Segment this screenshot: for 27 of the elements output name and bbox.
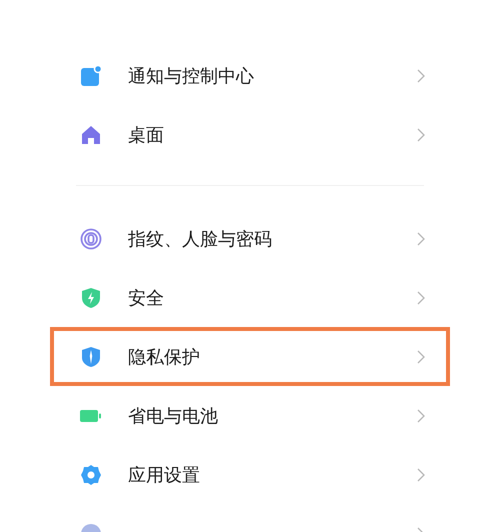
notification-icon xyxy=(80,64,102,86)
item-label: 隐私保护 xyxy=(128,346,201,368)
settings-item[interactable]: 指纹、人脸与密码 xyxy=(50,209,450,268)
chevron-icon xyxy=(416,230,426,246)
settings-item[interactable]: 隐私保护 xyxy=(50,327,450,386)
settings-item[interactable]: 应用设置 xyxy=(50,445,450,504)
fingerprint-icon xyxy=(80,228,102,250)
settings-item[interactable]: 省电与电池 xyxy=(50,386,450,445)
gear-icon xyxy=(80,464,102,486)
item-label: 桌面 xyxy=(128,124,165,146)
chevron-icon xyxy=(416,68,426,84)
settings-item[interactable]: 通知与控制中心 xyxy=(50,46,450,105)
item-label: 安全 xyxy=(128,286,165,310)
settings-item[interactable]: 桌面 xyxy=(50,105,450,164)
item-label: 通知与控制中心 xyxy=(128,64,255,88)
chevron-icon xyxy=(416,348,426,364)
chevron-icon xyxy=(416,466,426,482)
home-icon xyxy=(80,124,102,146)
chevron-icon xyxy=(416,126,426,142)
chevron-icon xyxy=(416,408,426,424)
settings-item[interactable]: 安全 xyxy=(50,268,450,327)
chevron-icon xyxy=(416,290,426,306)
item-label: 应用设置 xyxy=(128,464,201,486)
privacy-icon xyxy=(80,346,102,368)
item-label: 指纹、人脸与密码 xyxy=(128,228,273,250)
shield-icon xyxy=(80,286,102,308)
item-label: 省电与电池 xyxy=(128,404,219,428)
